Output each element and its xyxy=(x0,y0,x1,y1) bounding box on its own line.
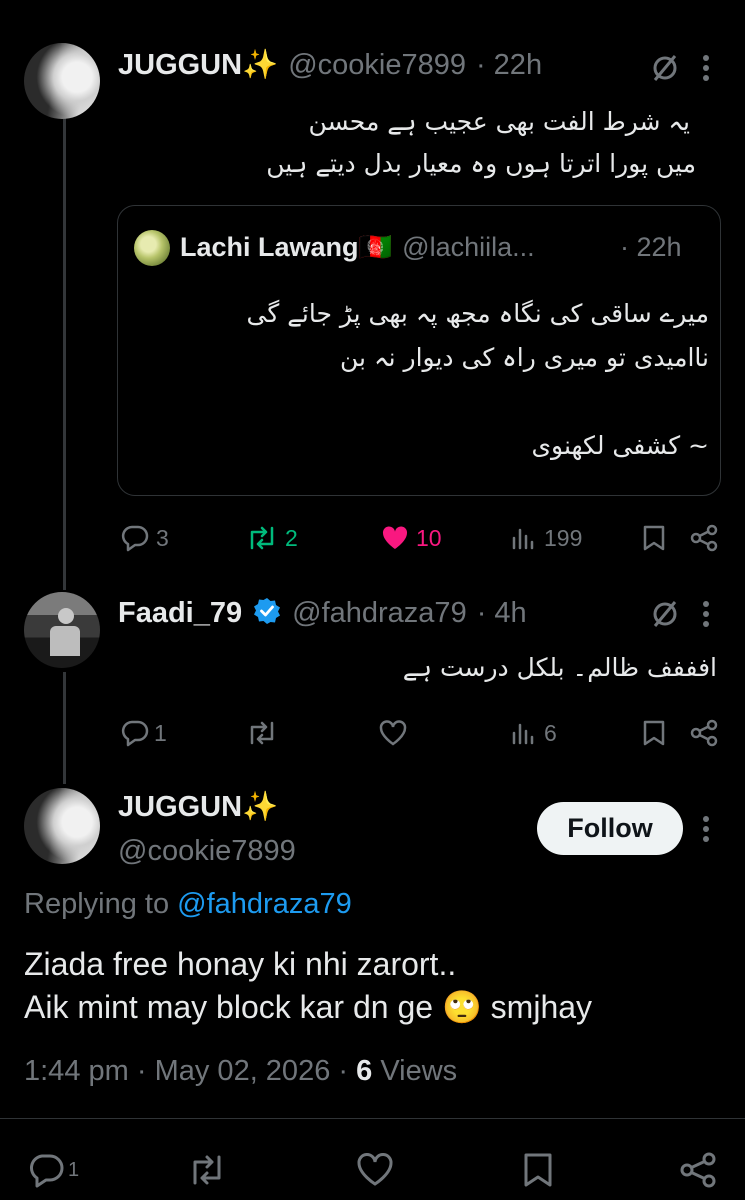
post-time[interactable]: 1:44 pm xyxy=(24,1055,129,1087)
reply-count: 1 xyxy=(68,1158,80,1181)
separator: · xyxy=(338,1055,349,1087)
more-icon[interactable] xyxy=(702,600,710,633)
bookmark-icon[interactable] xyxy=(641,719,667,752)
quote-text-line: میرے ساقی کی نگاہ مجھ پہ بھی پڑ جائے گی xyxy=(246,299,709,328)
reply-count: 1 xyxy=(154,719,167,746)
more-icon[interactable] xyxy=(702,54,710,87)
grok-icon[interactable] xyxy=(649,598,683,633)
reply-count: 3 xyxy=(156,524,169,551)
replying-prefix: Replying to xyxy=(24,888,170,920)
replying-to: Replying to @fahdraza79 xyxy=(24,888,352,921)
display-name[interactable]: JUGGUN✨ xyxy=(118,790,278,824)
user-handle[interactable]: @fahdraza79 xyxy=(292,597,467,630)
quote-text-line: ~ کشفی لکھنوی xyxy=(531,431,709,460)
bookmark-icon[interactable] xyxy=(521,1152,555,1193)
avatar[interactable] xyxy=(24,788,100,864)
quote-header: Lachi Lawang🇦🇫 @lachiila... xyxy=(180,231,535,263)
avatar[interactable] xyxy=(24,592,100,668)
more-icon[interactable] xyxy=(702,815,710,848)
views-label: Views xyxy=(380,1055,458,1087)
views-count: 6 xyxy=(356,1055,373,1087)
post-text-line: یہ شرط الفت بھی عجیب ہے محسن xyxy=(308,107,690,136)
share-icon[interactable] xyxy=(689,524,719,557)
quote-time[interactable]: · 22h xyxy=(620,232,682,263)
user-handle[interactable]: @cookie7899 xyxy=(118,835,296,868)
share-icon[interactable] xyxy=(689,719,719,752)
post-meta: 1:44 pm · May 02, 2026 · 6 Views xyxy=(24,1055,457,1088)
user-handle[interactable]: @cookie7899 xyxy=(288,49,466,82)
post-text-segment: smjhay xyxy=(490,989,593,1025)
post-text-segment: Aik mint may block kar dn ge xyxy=(24,989,434,1025)
reply-button[interactable]: 1 xyxy=(120,719,167,747)
post-text-line: میں پورا اترتا ہوں وہ معیار بدل دیتے ہیں xyxy=(266,149,696,178)
quote-display-name[interactable]: Lachi Lawang🇦🇫 xyxy=(180,231,392,263)
thread-line xyxy=(63,96,66,590)
grok-icon[interactable] xyxy=(649,52,683,87)
avatar[interactable] xyxy=(24,43,100,119)
repost-button[interactable]: 2 xyxy=(245,524,298,552)
post-header: JUGGUN✨ @cookie7899 · 22h xyxy=(118,48,542,82)
post-text-line-2: Aik mint may block kar dn ge 🙄 smjhay xyxy=(24,988,592,1026)
share-icon[interactable] xyxy=(678,1152,718,1193)
views-button[interactable]: 6 xyxy=(510,719,557,747)
bookmark-icon[interactable] xyxy=(641,524,667,557)
reply-button[interactable]: 3 xyxy=(120,524,169,552)
post-text-line: افففف ظالم۔ بلکل درست ہے xyxy=(402,653,717,682)
like-button[interactable] xyxy=(378,719,408,752)
follow-button[interactable]: Follow xyxy=(537,802,683,855)
quote-avatar[interactable] xyxy=(134,230,170,266)
reply-button[interactable]: 1 xyxy=(26,1152,79,1188)
post-header: Faadi_79 @fahdraza79 · 4h xyxy=(118,596,527,631)
quote-user-handle[interactable]: @lachiila... xyxy=(402,232,534,263)
post-time[interactable]: · 22h xyxy=(476,49,542,82)
repost-count: 2 xyxy=(285,524,298,551)
views-button[interactable]: 199 xyxy=(510,524,582,552)
separator: · xyxy=(136,1055,147,1087)
like-button[interactable]: 10 xyxy=(380,524,442,552)
views-count: 6 xyxy=(544,719,557,746)
views-count: 199 xyxy=(544,524,583,551)
replying-handle-link[interactable]: @fahdraza79 xyxy=(177,888,352,920)
thread-line xyxy=(63,672,66,784)
post-text-line: Ziada free honay ki nhi zarort.. xyxy=(24,946,457,982)
repost-button[interactable] xyxy=(245,719,279,752)
like-button[interactable] xyxy=(355,1152,395,1193)
post-time[interactable]: · 4h xyxy=(477,597,527,630)
display-name[interactable]: Faadi_79 xyxy=(118,597,242,630)
eye-roll-emoji: 🙄 xyxy=(441,989,482,1025)
display-name[interactable]: JUGGUN✨ xyxy=(118,48,278,82)
divider xyxy=(0,1118,745,1119)
verified-badge-icon xyxy=(252,596,282,631)
like-count: 10 xyxy=(416,524,442,551)
post-date[interactable]: May 02, 2026 xyxy=(155,1055,331,1087)
quote-text-line: ناامیدی تو میری راہ کی دیوار نہ بن xyxy=(340,343,709,372)
repost-button[interactable] xyxy=(186,1152,228,1193)
